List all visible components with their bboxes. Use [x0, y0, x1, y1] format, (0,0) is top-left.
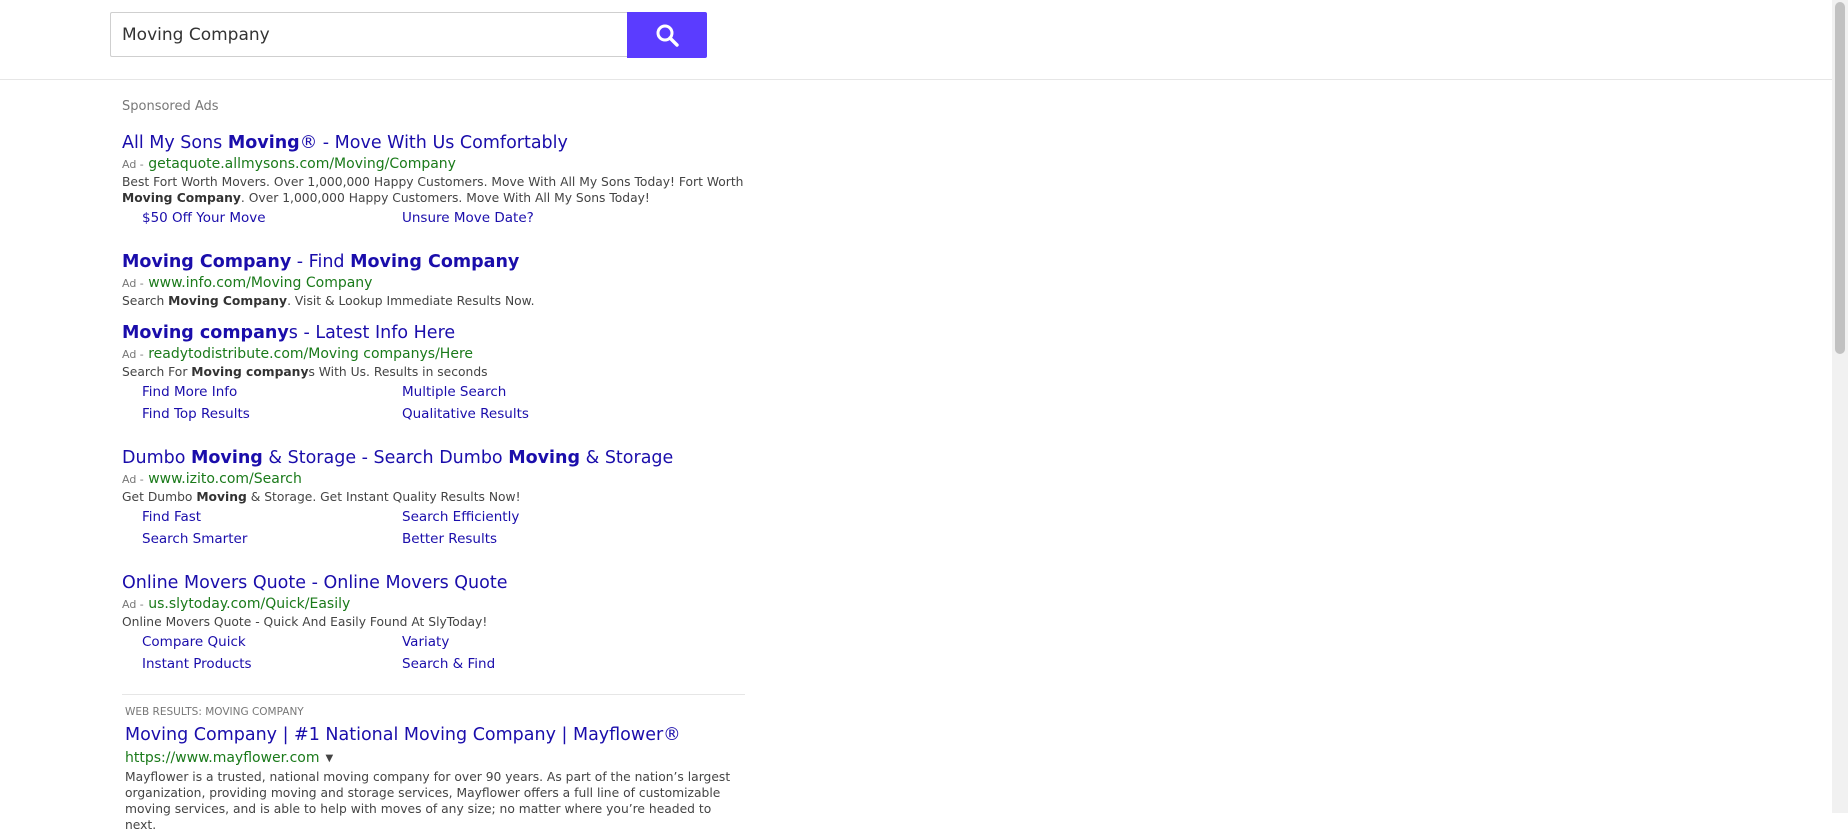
- ad-result: Dumbo Moving & Storage - Search Dumbo Mo…: [122, 446, 762, 547]
- sitelink[interactable]: Multiple Search: [402, 384, 662, 400]
- scrollbar-thumb[interactable]: [1835, 2, 1845, 354]
- results-page: Sponsored Ads All My Sons Moving® - Move…: [0, 80, 1832, 832]
- search-icon: [656, 24, 679, 47]
- search-box: [110, 12, 627, 57]
- ad-url-line: Ad - us.slytoday.com/Quick/Easily: [122, 595, 762, 614]
- ad-description: Online Movers Quote - Quick And Easily F…: [122, 615, 488, 629]
- ad-url-line: Ad - www.info.com/Moving Company: [122, 274, 762, 293]
- ad-result: Moving Company - Find Moving Company Ad …: [122, 250, 762, 309]
- ad-title-link[interactable]: Online Movers Quote - Online Movers Quot…: [122, 571, 762, 595]
- sitelink[interactable]: Search Smarter: [142, 531, 402, 547]
- result-snippet: Mayflower is a trusted, national moving …: [125, 770, 731, 832]
- ad-url-link[interactable]: www.izito.com/Search: [148, 471, 302, 487]
- vertical-scrollbar[interactable]: [1832, 0, 1848, 813]
- ad-title-link[interactable]: Moving companys - Latest Info Here: [122, 321, 762, 345]
- ad-result: Online Movers Quote - Online Movers Quot…: [122, 571, 762, 672]
- ad-url-line: Ad - getaquote.allmysons.com/Moving/Comp…: [122, 155, 762, 174]
- sitelink[interactable]: Find More Info: [142, 384, 402, 400]
- sponsored-ads-label: Sponsored Ads: [122, 99, 219, 114]
- sitelink[interactable]: Variaty: [402, 634, 662, 650]
- sitelink[interactable]: Instant Products: [142, 656, 402, 672]
- sitelink[interactable]: Find Top Results: [142, 406, 402, 422]
- ad-sitelinks: Find Fast Search Efficiently Search Smar…: [122, 509, 762, 547]
- ad-tag: Ad -: [122, 158, 144, 171]
- sitelink[interactable]: Unsure Move Date?: [402, 210, 662, 226]
- ad-url-link[interactable]: readytodistribute.com/Moving companys/He…: [148, 346, 473, 362]
- ad-description: Search For Moving companys With Us. Resu…: [122, 365, 488, 379]
- search-button[interactable]: [627, 12, 707, 58]
- sitelink[interactable]: Search & Find: [402, 656, 662, 672]
- web-results-label: WEB RESULTS: MOVING COMPANY: [125, 706, 304, 718]
- sitelink[interactable]: Compare Quick: [142, 634, 402, 650]
- ad-title-link[interactable]: Dumbo Moving & Storage - Search Dumbo Mo…: [122, 446, 762, 470]
- ad-description: Get Dumbo Moving & Storage. Get Instant …: [122, 490, 521, 504]
- ad-title-link[interactable]: All My Sons Moving® - Move With Us Comfo…: [122, 131, 762, 155]
- ad-sitelinks: Compare Quick Variaty Instant Products S…: [122, 634, 762, 672]
- ad-tag: Ad -: [122, 348, 144, 361]
- sitelink[interactable]: Search Efficiently: [402, 509, 662, 525]
- ad-url-line: Ad - readytodistribute.com/Moving compan…: [122, 345, 762, 364]
- ad-tag: Ad -: [122, 277, 144, 290]
- chevron-down-icon[interactable]: ▼: [325, 753, 333, 764]
- sitelink[interactable]: Better Results: [402, 531, 662, 547]
- search-header: [0, 0, 1832, 80]
- ad-result: Moving companys - Latest Info Here Ad - …: [122, 321, 762, 422]
- ad-sitelinks: $50 Off Your Move Unsure Move Date?: [122, 210, 762, 226]
- sitelink[interactable]: $50 Off Your Move: [142, 210, 402, 226]
- result-url-line: https://www.mayflower.com ▼: [125, 747, 745, 767]
- sitelink[interactable]: Qualitative Results: [402, 406, 662, 422]
- sitelink[interactable]: Find Fast: [142, 509, 402, 525]
- web-result: Moving Company | #1 National Moving Comp…: [125, 723, 745, 833]
- results-divider: [122, 694, 745, 695]
- ad-url-link[interactable]: getaquote.allmysons.com/Moving/Company: [148, 156, 456, 172]
- ad-sitelinks: Find More Info Multiple Search Find Top …: [122, 384, 762, 422]
- ad-url-link[interactable]: www.info.com/Moving Company: [148, 275, 372, 291]
- ad-url-line: Ad - www.izito.com/Search: [122, 470, 762, 489]
- ad-title-link[interactable]: Moving Company - Find Moving Company: [122, 250, 762, 274]
- ad-description: Best Fort Worth Movers. Over 1,000,000 H…: [122, 175, 744, 205]
- ad-description: Search Moving Company. Visit & Lookup Im…: [122, 294, 535, 308]
- ad-tag: Ad -: [122, 598, 144, 611]
- ad-url-link[interactable]: us.slytoday.com/Quick/Easily: [148, 596, 350, 612]
- search-input[interactable]: [111, 13, 627, 56]
- ad-tag: Ad -: [122, 473, 144, 486]
- ad-result: All My Sons Moving® - Move With Us Comfo…: [122, 131, 762, 226]
- result-url-link[interactable]: https://www.mayflower.com: [125, 750, 319, 766]
- result-title-link[interactable]: Moving Company | #1 National Moving Comp…: [125, 723, 745, 747]
